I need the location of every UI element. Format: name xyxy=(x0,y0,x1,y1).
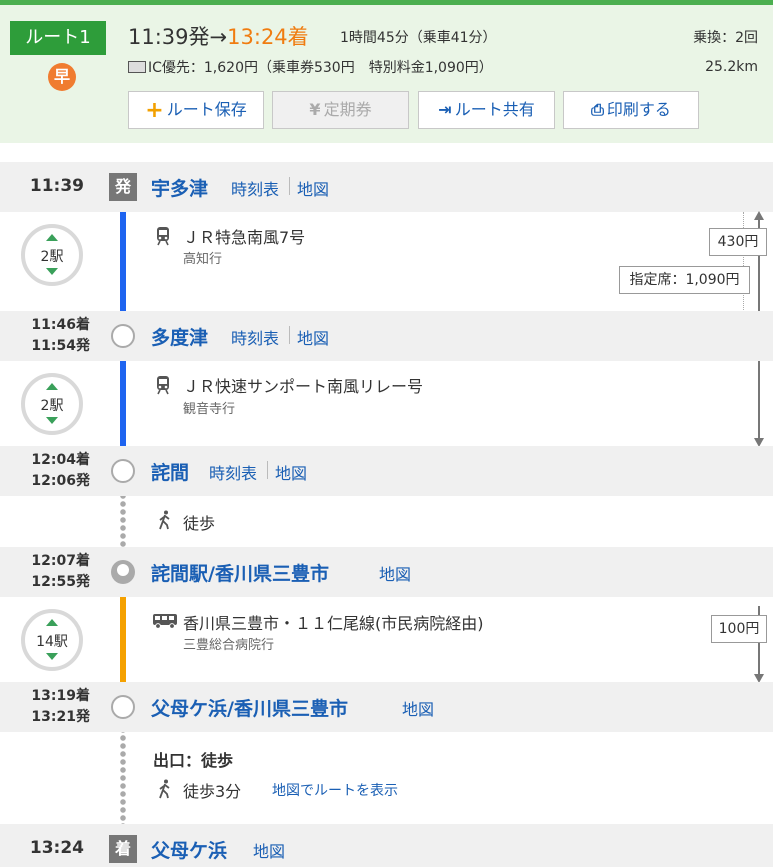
map-link[interactable]: 地図 xyxy=(275,460,307,484)
stop-count-toggle[interactable]: 2駅 xyxy=(21,373,83,435)
route-tab-label[interactable]: ルート1 xyxy=(10,21,106,55)
stop-count-toggle[interactable]: 14駅 xyxy=(21,609,83,671)
divider xyxy=(289,177,290,195)
arrive-badge: 着 xyxy=(109,835,137,863)
arrival-time: 11:46着 xyxy=(31,317,90,333)
walking-person-icon xyxy=(159,779,170,799)
walk-label: 徒歩 xyxy=(183,514,216,533)
map-link[interactable]: 地図 xyxy=(297,325,329,349)
save-route-button[interactable]: + ルート保存 xyxy=(128,91,264,129)
timetable-link[interactable]: 時刻表 xyxy=(231,325,279,349)
walk-line-dotted xyxy=(120,718,126,834)
map-link[interactable]: 地図 xyxy=(379,561,411,585)
walking-person-icon xyxy=(159,510,170,530)
fare-box: 430円 xyxy=(709,228,767,256)
expand-up-icon xyxy=(46,619,58,626)
fare-summary: IC優先：1,620円（乗車券530円 特別料金1,090円） xyxy=(128,57,493,77)
walk-duration: 徒歩3分 xyxy=(183,782,242,801)
station-name[interactable]: 父母ケ浜/香川県三豊市 xyxy=(151,694,348,721)
departure-time: 13:21発 xyxy=(31,709,90,725)
expand-down-icon xyxy=(46,417,58,424)
transfer-count: 乗換：2回 xyxy=(693,30,758,46)
pass-icon: ¥ xyxy=(309,100,321,119)
expand-up-icon xyxy=(46,383,58,390)
depart-time-label: 11:39 xyxy=(29,176,84,196)
divider xyxy=(289,326,290,344)
time-summary: 11:39発→13:24着 xyxy=(128,21,309,51)
station-row: 11:46着 11:54発 多度津 時刻表 地図 xyxy=(0,311,773,361)
expand-up-icon xyxy=(46,234,58,241)
arrival-time: 12:04着 xyxy=(31,452,90,468)
expand-down-icon xyxy=(46,268,58,275)
bus-stop-pin-icon xyxy=(111,560,135,584)
bus-destination: 三豊総合病院行 xyxy=(183,638,275,653)
reserved-seat-fare: 指定席：1,090円 xyxy=(619,266,750,294)
train-destination: 観音寺行 xyxy=(183,402,236,417)
printer-icon: ⎙ xyxy=(591,100,604,119)
duration-text: 1時間45分（乗車41分） xyxy=(340,30,497,46)
departure-time: 11:54発 xyxy=(31,338,90,354)
share-route-button[interactable]: ⇥ ルート共有 xyxy=(418,91,555,129)
station-name[interactable]: 父母ケ浜 xyxy=(151,836,227,863)
plus-icon: + xyxy=(145,98,164,123)
station-name[interactable]: 宇多津 xyxy=(151,174,208,201)
arrive-time-label: 13:24 xyxy=(29,838,84,858)
print-button[interactable]: ⎙ 印刷する xyxy=(563,91,699,129)
reserved-range-line xyxy=(743,212,744,312)
station-node xyxy=(111,459,135,483)
timetable-link[interactable]: 時刻表 xyxy=(209,460,257,484)
train-destination: 高知行 xyxy=(183,252,223,267)
expand-down-icon xyxy=(46,653,58,660)
station-name[interactable]: 詫間 xyxy=(151,458,189,485)
show-route-on-map-link[interactable]: 地図でルートを表示 xyxy=(272,780,398,800)
departure-time: 12:06発 xyxy=(31,473,90,489)
station-name[interactable]: 詫間駅/香川県三豊市 xyxy=(151,559,329,586)
bus-icon xyxy=(153,614,177,629)
train-icon xyxy=(157,227,169,246)
stop-count-toggle[interactable]: 2駅 xyxy=(21,224,83,286)
depart-badge: 発 xyxy=(109,173,137,201)
stop-count-label: 2駅 xyxy=(40,249,64,265)
ic-card-icon xyxy=(128,61,146,73)
station-name[interactable]: 多度津 xyxy=(151,323,208,350)
station-row: 12:07着 12:55発 詫間駅/香川県三豊市 地図 xyxy=(0,547,773,597)
station-node xyxy=(111,695,135,719)
train-icon xyxy=(157,376,169,395)
early-arrival-icon: 早 xyxy=(48,63,76,91)
map-link[interactable]: 地図 xyxy=(297,176,329,200)
arrival-time: 13:19着 xyxy=(31,688,90,704)
stop-count-label: 2駅 xyxy=(40,398,64,414)
train-name: ＪＲ快速サンポート南風リレー号 xyxy=(183,377,424,396)
exit-label: 出口：徒歩 xyxy=(153,751,234,770)
map-link[interactable]: 地図 xyxy=(402,696,434,720)
commuter-pass-button[interactable]: ¥ 定期券 xyxy=(272,91,409,129)
station-row: 11:39 発 宇多津 時刻表 地図 xyxy=(0,162,773,212)
arrive-time: 13:24着 xyxy=(227,25,309,49)
station-row: 13:24 着 父母ケ浜 地図 xyxy=(0,824,773,867)
depart-time: 11:39発 xyxy=(128,25,210,49)
train-name: ＪＲ特急南風7号 xyxy=(183,228,306,247)
departure-time: 12:55発 xyxy=(31,574,90,590)
print-label: 印刷する xyxy=(606,100,671,119)
arrival-time: 12:07着 xyxy=(31,553,90,569)
arrow-glyph: → xyxy=(209,25,228,49)
distance-text: 25.2km xyxy=(705,59,758,75)
fare-text: IC優先：1,620円（乗車券530円 特別料金1,090円） xyxy=(148,60,493,76)
save-route-label: ルート保存 xyxy=(166,100,247,119)
share-icon: ⇥ xyxy=(438,100,452,119)
station-row: 13:19着 13:21発 父母ケ浜/香川県三豊市 地図 xyxy=(0,682,773,732)
stop-count-label: 14駅 xyxy=(36,634,68,650)
station-node xyxy=(111,324,135,348)
station-row: 12:04着 12:06発 詫間 時刻表 地図 xyxy=(0,446,773,496)
map-link[interactable]: 地図 xyxy=(253,838,285,862)
timetable-link[interactable]: 時刻表 xyxy=(231,176,279,200)
commuter-pass-label: 定期券 xyxy=(323,100,372,119)
route-summary-header: ルート1 早 11:39発→13:24着 1時間45分（乗車41分） IC優先：… xyxy=(0,5,773,143)
divider xyxy=(267,461,268,479)
share-route-label: ルート共有 xyxy=(454,100,535,119)
fare-box: 100円 xyxy=(711,615,767,643)
bus-line-name: 香川県三豊市・１１仁尾線(市民病院経由) xyxy=(183,614,484,633)
